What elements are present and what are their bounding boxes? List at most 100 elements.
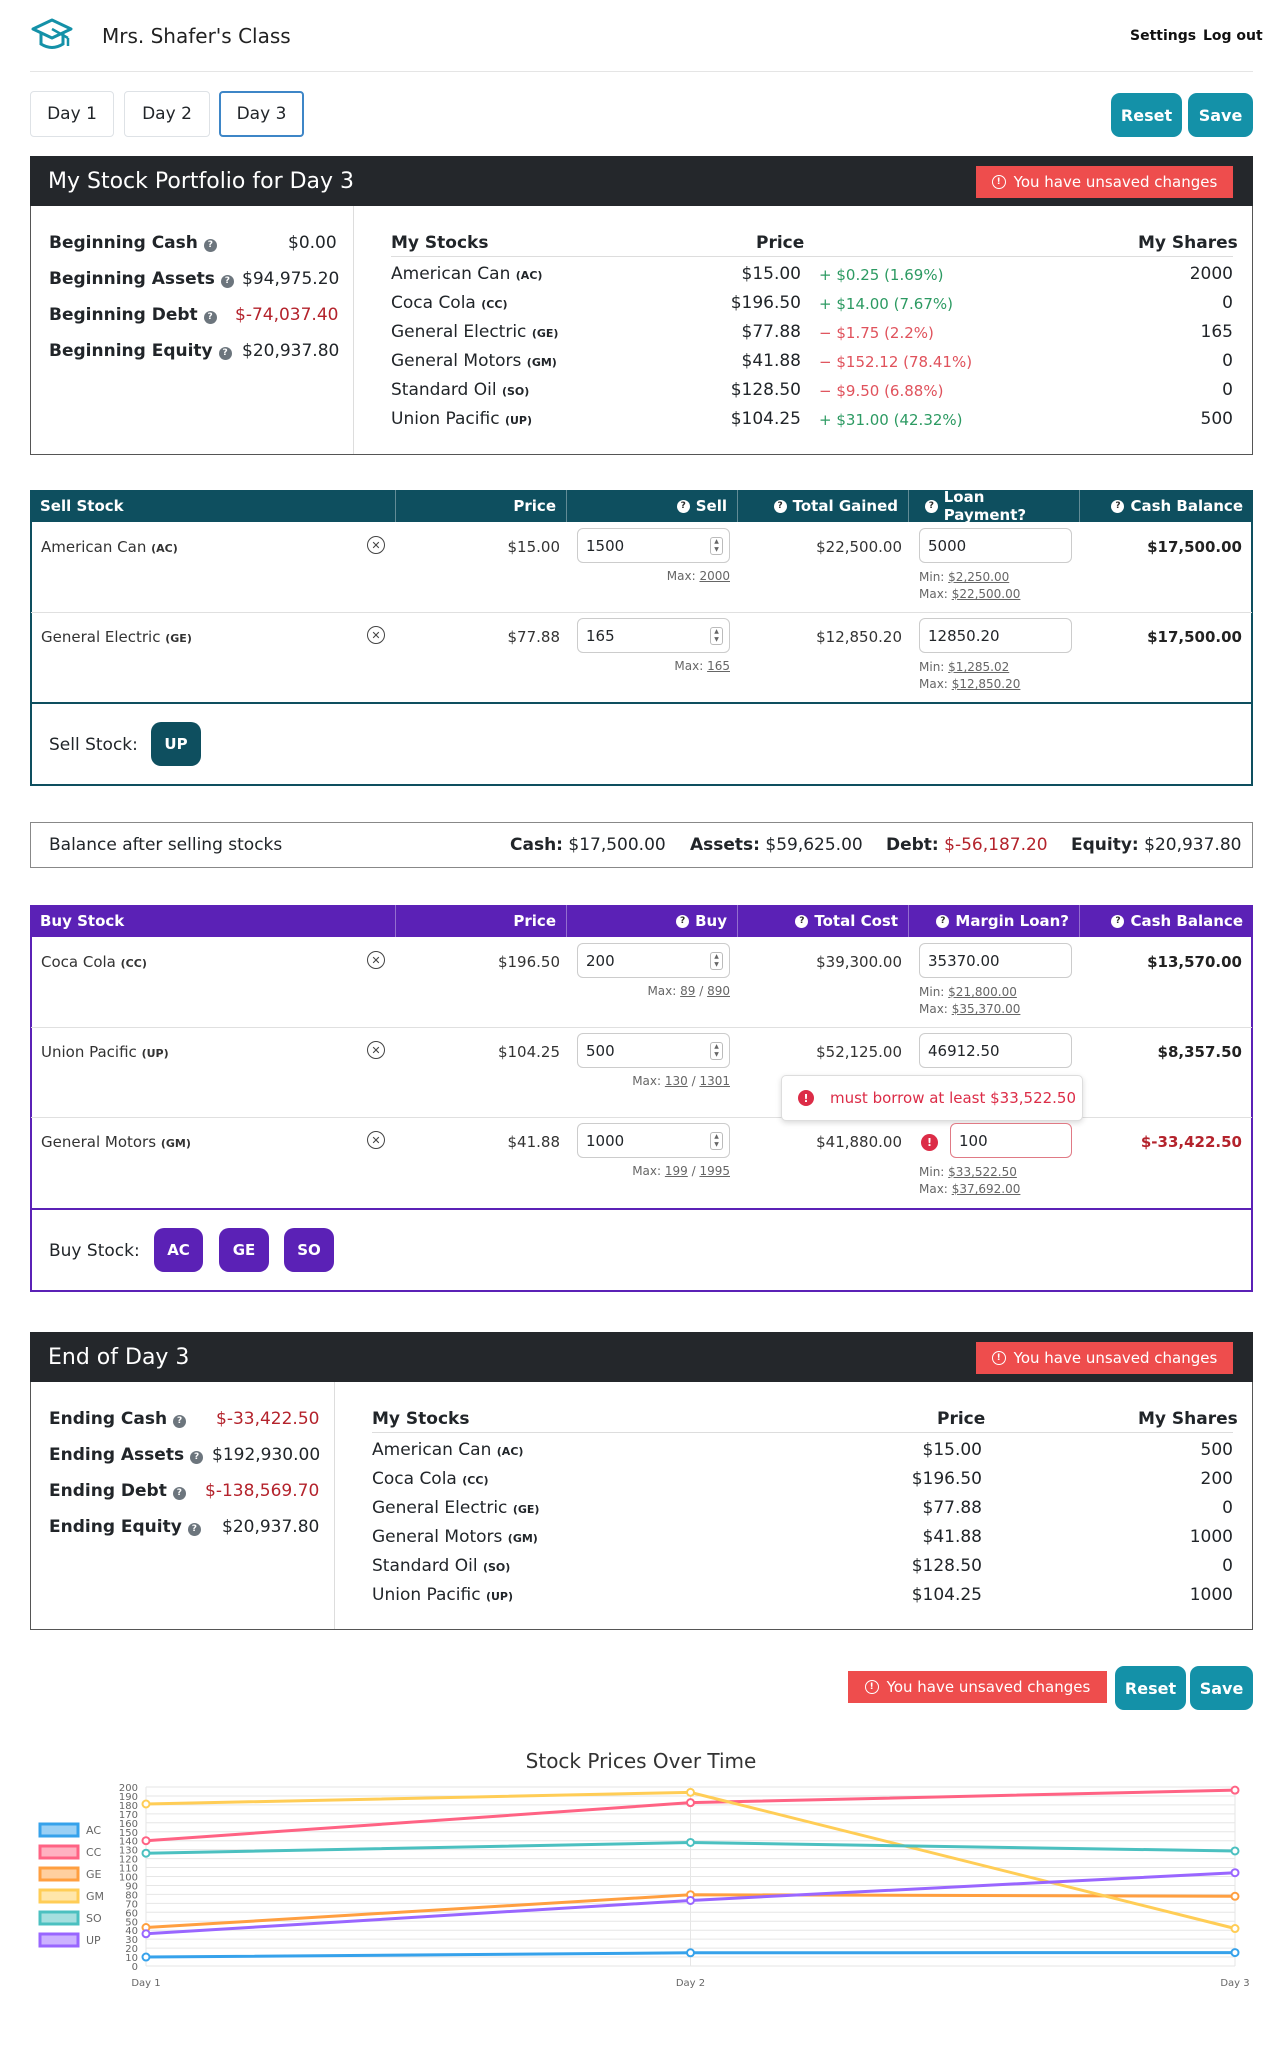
beginning-cash-label: Beginning Cash? xyxy=(49,233,217,253)
reset-button[interactable]: Reset xyxy=(1111,93,1182,137)
sell-quantity-input[interactable]: 1500 ▲ ▼ xyxy=(577,528,730,563)
sell-col-sell: ? Sell xyxy=(567,490,738,522)
unsaved-text: You have unsaved changes xyxy=(1013,1349,1218,1367)
stock-name: General Motors (GM) xyxy=(372,1527,538,1547)
stock-price: $77.88 xyxy=(922,1498,982,1518)
buy-quantity-input[interactable]: 1000 ▲ ▼ xyxy=(577,1123,730,1158)
data-point xyxy=(141,1799,151,1809)
help-icon[interactable]: ? xyxy=(676,499,690,513)
help-icon[interactable]: ? xyxy=(936,914,950,928)
stock-price-chart: Stock Prices Over Time010203040506070809… xyxy=(38,1749,1250,1989)
stock-change: − $9.50 (6.88%) xyxy=(819,382,944,400)
portfolio-stock-row: General Motors (GM) $41.88 − $152.12 (78.4… xyxy=(391,349,1233,378)
sell-col-loan: ? Loan Payment? xyxy=(909,488,1080,524)
legend-label: GE xyxy=(86,1868,102,1881)
portfolio-stock-row: American Can (AC) $15.00 + $0.25 (1.69%) 20… xyxy=(391,262,1233,291)
legend-swatch xyxy=(38,1822,80,1838)
sell-chip-up[interactable]: UP xyxy=(151,722,201,766)
margin-loan-input[interactable]: 100 xyxy=(950,1123,1072,1158)
help-icon[interactable]: ? xyxy=(925,499,938,513)
logout-link[interactable]: Log out xyxy=(1203,28,1263,44)
remove-icon[interactable]: ✕ xyxy=(367,626,385,644)
help-icon[interactable]: ? xyxy=(172,1487,186,1500)
reset-button[interactable]: Reset xyxy=(1115,1666,1186,1710)
end-stock-row: Union Pacific (UP) $104.25 1000 xyxy=(372,1583,1233,1612)
save-button[interactable]: Save xyxy=(1188,93,1253,137)
buy-quantity-input[interactable]: 200 ▲ ▼ xyxy=(577,943,730,978)
buy-chip-ge[interactable]: GE xyxy=(219,1228,269,1272)
ending-equity-value: $20,937.80 xyxy=(222,1517,320,1537)
help-icon[interactable]: ? xyxy=(1111,499,1125,513)
ending-debt-label: Ending Debt? xyxy=(49,1481,186,1501)
help-icon[interactable]: ? xyxy=(676,914,690,928)
remove-icon[interactable]: ✕ xyxy=(367,1131,385,1149)
help-icon[interactable]: ? xyxy=(795,914,809,928)
chart-title: Stock Prices Over Time xyxy=(526,1749,757,1773)
buy-col-total: ? Total Cost xyxy=(738,905,909,937)
buy-row-balance: $-33,422.50 xyxy=(1140,1133,1242,1151)
data-point xyxy=(141,1952,151,1962)
sell-col-total: ? Total Gained xyxy=(738,490,909,522)
save-button[interactable]: Save xyxy=(1190,1666,1253,1710)
buy-row-price: $41.88 xyxy=(507,1133,561,1151)
help-icon[interactable]: ? xyxy=(218,347,232,360)
remove-icon[interactable]: ✕ xyxy=(367,1041,385,1059)
remove-icon[interactable]: ✕ xyxy=(367,536,385,554)
sell-stock-label: Sell Stock: xyxy=(49,735,138,755)
help-icon[interactable]: ? xyxy=(203,239,217,252)
buy-col-stock: Buy Stock xyxy=(30,905,396,937)
help-icon[interactable]: ? xyxy=(203,311,217,324)
sell-quantity-input[interactable]: 165 ▲ ▼ xyxy=(577,618,730,653)
remove-icon[interactable]: ✕ xyxy=(367,951,385,969)
buy-row-name: Union Pacific (UP) xyxy=(41,1043,169,1061)
buy-stock-label: Buy Stock: xyxy=(49,1241,140,1261)
help-icon[interactable]: ? xyxy=(220,275,234,288)
spinner-icon[interactable]: ▲ ▼ xyxy=(710,627,723,645)
sell-row-name: General Electric (GE) xyxy=(41,628,192,646)
spinner-icon[interactable]: ▲ ▼ xyxy=(710,537,723,555)
sell-col-balance: ? Cash Balance xyxy=(1080,490,1253,522)
stock-price: $15.00 xyxy=(741,264,801,284)
buy-chip-ac[interactable]: AC xyxy=(154,1228,203,1272)
spinner-icon[interactable]: ▲ ▼ xyxy=(710,952,723,970)
stock-name: Coca Cola (CC) xyxy=(391,293,508,313)
portfolio-stock-row: Coca Cola (CC) $196.50 + $14.00 (7.67%) 0 xyxy=(391,291,1233,320)
stock-price: $196.50 xyxy=(730,293,801,313)
margin-loan-input[interactable]: 35370.00 xyxy=(919,943,1072,978)
stock-price: $128.50 xyxy=(911,1556,982,1576)
buy-quantity-input[interactable]: 500 ▲ ▼ xyxy=(577,1033,730,1068)
help-icon[interactable]: ? xyxy=(773,499,787,513)
data-point xyxy=(686,1948,695,1958)
data-point xyxy=(1230,1891,1240,1901)
tab-day-1[interactable]: Day 1 xyxy=(30,91,114,137)
portfolio-stock-row: General Electric (GE) $77.88 − $1.75 (2.2%… xyxy=(391,320,1233,349)
portfolio-title: My Stock Portfolio for Day 3 xyxy=(48,168,355,194)
stock-name: American Can (AC) xyxy=(372,1440,524,1460)
buy-chip-so[interactable]: SO xyxy=(284,1228,334,1272)
stock-shares: 500 xyxy=(1200,409,1233,429)
loan-payment-input[interactable]: 5000 xyxy=(919,528,1072,563)
stock-shares: 2000 xyxy=(1189,264,1233,284)
spinner-icon[interactable]: ▲ ▼ xyxy=(710,1042,723,1060)
help-icon[interactable]: ? xyxy=(1111,914,1125,928)
help-icon[interactable]: ? xyxy=(187,1523,201,1536)
buy-col-margin: ? Margin Loan? xyxy=(909,905,1080,937)
stock-shares: 0 xyxy=(1222,380,1233,400)
spinner-icon[interactable]: ▲ ▼ xyxy=(710,1132,723,1150)
col-price: Price xyxy=(756,233,805,253)
data-point xyxy=(1230,1868,1240,1878)
table-divider xyxy=(372,1432,1233,1433)
sell-footer-divider xyxy=(31,702,1252,704)
tab-day-2[interactable]: Day 2 xyxy=(124,91,210,137)
tab-day-3[interactable]: Day 3 xyxy=(219,91,304,137)
loan-payment-input[interactable]: 12850.20 xyxy=(919,618,1072,653)
help-icon[interactable]: ? xyxy=(173,1415,187,1428)
buy-row-name: Coca Cola (CC) xyxy=(41,953,147,971)
help-icon[interactable]: ? xyxy=(190,1451,204,1464)
margin-loan-input[interactable]: 46912.50 xyxy=(919,1033,1072,1068)
stock-name: Union Pacific (UP) xyxy=(391,409,533,429)
data-point xyxy=(1230,1948,1240,1958)
col-price: Price xyxy=(937,1409,986,1429)
settings-link[interactable]: Settings xyxy=(1130,28,1196,44)
stock-shares: 500 xyxy=(1200,1440,1233,1460)
